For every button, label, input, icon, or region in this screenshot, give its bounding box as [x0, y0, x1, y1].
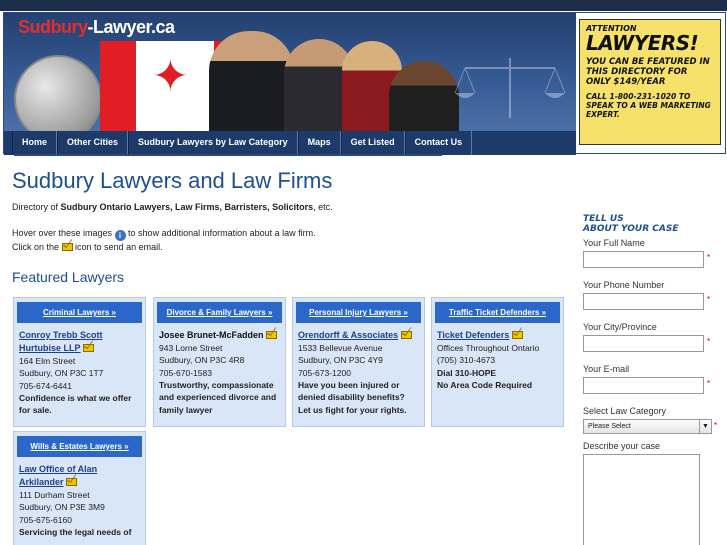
- lawyer-address: Offices Throughout Ontario: [437, 343, 540, 354]
- lawyer-address: 111 Durham Street: [19, 490, 90, 501]
- header-banner: ✦ Sudbury-Lawyer.ca: [4, 13, 576, 131]
- page-title: Sudbury Lawyers and Law Firms: [12, 168, 333, 193]
- category-link-personal-injury[interactable]: Personal Injury Lawyers »: [296, 302, 421, 323]
- full-name-input[interactable]: [583, 250, 704, 268]
- lawyer-description: Confidence is what we offer for sale.: [19, 393, 132, 416]
- nav-maps[interactable]: Maps: [297, 131, 341, 155]
- category-link-divorce-family[interactable]: Divorce & Family Lawyers »: [157, 302, 282, 323]
- lawyer-name-link[interactable]: Ticket Defenders: [437, 330, 509, 340]
- required-mark: *: [707, 252, 711, 262]
- lawyer-phone: 705-670-1583: [159, 367, 212, 378]
- ad-headline: LAWYERS!: [586, 31, 699, 55]
- phone-input[interactable]: [583, 292, 704, 310]
- email-icon[interactable]: [82, 344, 94, 353]
- lawyer-phone: 705-673-1200: [298, 367, 351, 378]
- lawyer-city: Sudbury, ON P3E 3M9: [19, 502, 105, 513]
- ad-call: CALL 1-800-231-1020 TO SPEAK TO A WEB MA…: [586, 92, 711, 119]
- lawyer-phone-vanity: Dial 310-HOPE: [437, 367, 497, 378]
- lawyer-photo: [389, 61, 459, 131]
- lawyer-address: 1533 Bellevue Avenue: [298, 343, 383, 354]
- nav-law-category[interactable]: Sudbury Lawyers by Law Category: [128, 131, 298, 155]
- lawyer-photo: [209, 31, 294, 131]
- lawyer-address: 943 Lorne Street: [159, 343, 223, 354]
- city-input[interactable]: [583, 334, 704, 352]
- intro-text: Directory of Sudbury Ontario Lawyers, La…: [12, 202, 333, 212]
- case-description-textarea[interactable]: [583, 453, 700, 545]
- lawyer-phone: 705-674-6441: [19, 380, 72, 391]
- describe-label: Describe your case: [583, 440, 661, 451]
- lawyer-city: Sudbury, ON P3C 1T7: [19, 368, 104, 379]
- lawyer-description: Trustworthy, compassionate and experienc…: [159, 379, 277, 415]
- lawyer-city: Sudbury, ON P3C 4R8: [159, 355, 245, 366]
- site-header: ✦ Sudbury-Lawyer.ca Home Other Cities Su…: [3, 12, 726, 155]
- coin-image: [14, 55, 102, 131]
- contact-form: TELL US ABOUT YOUR CASE Your Full Name *…: [583, 214, 723, 545]
- law-category-select[interactable]: Please Select ▼: [583, 418, 712, 434]
- main-nav: Home Other Cities Sudbury Lawyers by Law…: [4, 131, 576, 155]
- lawyer-phone: 705-675-6160: [19, 514, 72, 525]
- category-label: Select Law Category: [583, 405, 667, 416]
- lawyer-card: Criminal Lawyers » Conroy Trebb Scott Hu…: [13, 297, 146, 427]
- required-mark: *: [707, 378, 711, 388]
- lawyer-description: Have you been injured or denied disabili…: [298, 379, 407, 415]
- nav-get-listed[interactable]: Get Listed: [340, 131, 405, 155]
- help-text: Hover over these images i to show additi…: [12, 227, 316, 252]
- lawyer-name: Josee Brunet-McFadden: [159, 330, 264, 340]
- nav-other-cities[interactable]: Other Cities: [57, 131, 129, 155]
- category-link-traffic-ticket[interactable]: Traffic Ticket Defenders »: [435, 302, 560, 323]
- nav-contact-us[interactable]: Contact Us: [404, 131, 473, 155]
- lawyer-card: Wills & Estates Lawyers » Law Office of …: [13, 431, 146, 545]
- required-mark: *: [707, 294, 711, 304]
- form-heading: TELL US ABOUT YOUR CASE: [583, 214, 679, 234]
- nav-home[interactable]: Home: [12, 131, 58, 155]
- full-name-label: Your Full Name: [583, 237, 645, 248]
- info-icon: i: [114, 229, 126, 241]
- email-icon: [61, 242, 73, 251]
- email-label: Your E-mail: [583, 363, 630, 374]
- lawyer-description: No Area Code Required: [437, 379, 533, 390]
- main-content: Sudbury Lawyers and Law Firms Directory …: [12, 160, 572, 285]
- lawyer-address: 164 Elm Street: [19, 356, 76, 367]
- nav-divider: [14, 154, 442, 156]
- scales-of-justice-icon: [454, 58, 566, 118]
- chevron-down-icon: ▼: [699, 419, 711, 433]
- required-mark: *: [707, 336, 711, 346]
- lawyer-name-link[interactable]: Law Office of Alan Arkilander: [19, 464, 97, 487]
- lawyer-name-link[interactable]: Orendorff & Associates: [298, 330, 398, 340]
- ad-pitch: YOU CAN BE FEATURED IN THIS DIRECTORY FO…: [586, 57, 710, 87]
- required-mark: *: [714, 420, 718, 430]
- lawyer-description: Servicing the legal needs of: [19, 527, 132, 538]
- advertise-banner[interactable]: ATTENTION LAWYERS! YOU CAN BE FEATURED I…: [579, 19, 721, 145]
- lawyer-card: Personal Injury Lawyers » Orendorff & As…: [292, 297, 425, 427]
- email-icon[interactable]: [265, 331, 277, 339]
- category-link-criminal[interactable]: Criminal Lawyers »: [17, 302, 142, 323]
- site-logo[interactable]: Sudbury-Lawyer.ca: [18, 17, 175, 38]
- email-input[interactable]: [583, 376, 704, 394]
- email-icon[interactable]: [400, 331, 412, 339]
- category-link-wills-estates[interactable]: Wills & Estates Lawyers »: [17, 436, 142, 457]
- phone-label: Your Phone Number: [583, 279, 665, 290]
- email-icon[interactable]: [511, 331, 523, 339]
- lawyer-card: Divorce & Family Lawyers » Josee Brunet-…: [153, 297, 286, 427]
- lawyer-city: Sudbury, ON P3C 4Y9: [298, 355, 383, 366]
- lawyer-phone: (705) 310-4673: [437, 355, 496, 366]
- featured-heading: Featured Lawyers: [12, 269, 125, 286]
- email-icon[interactable]: [65, 478, 77, 487]
- city-label: Your City/Province: [583, 321, 657, 332]
- top-bar: [0, 0, 727, 11]
- lawyer-card: Traffic Ticket Defenders » Ticket Defend…: [431, 297, 564, 427]
